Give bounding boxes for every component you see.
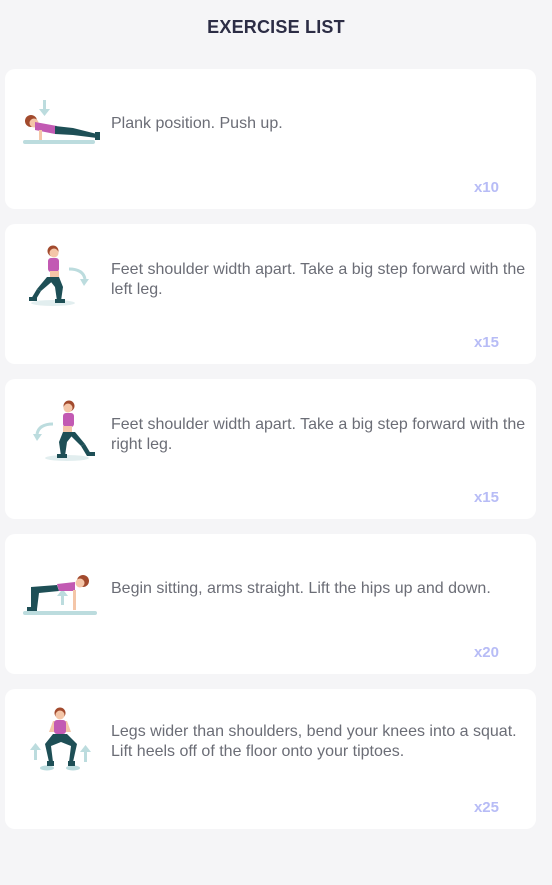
exercise-description: Legs wider than shoulders, bend your kne… [111, 723, 517, 760]
exercise-reps: x20 [473, 644, 499, 661]
push-up-figure-icon [17, 88, 105, 168]
header: EXERCISE LIST [0, 0, 552, 52]
exercise-description: Feet shoulder width apart. Take a big st… [111, 416, 526, 453]
exercise-reps: x15 [473, 334, 499, 351]
exercise-list: Plank position. Push up. x10 Feet should… [5, 69, 536, 844]
exercise-card-push-up[interactable]: Plank position. Push up. x10 [5, 69, 536, 209]
page-title: EXERCISE LIST [207, 16, 345, 37]
lunge-right-figure-icon [17, 396, 105, 476]
exercise-card-squat-tiptoe[interactable]: Legs wider than shoulders, bend your kne… [5, 689, 536, 829]
exercise-card-lunge-left[interactable]: Feet shoulder width apart. Take a big st… [5, 224, 536, 364]
exercise-card-hip-lift[interactable]: Begin sitting, arms straight. Lift the h… [5, 534, 536, 674]
exercise-description: Feet shoulder width apart. Take a big st… [111, 261, 526, 298]
exercise-card-lunge-right[interactable]: Feet shoulder width apart. Take a big st… [5, 379, 536, 519]
exercise-reps: x25 [473, 799, 499, 816]
hip-lift-figure-icon [17, 557, 105, 637]
exercise-reps: x10 [473, 179, 499, 196]
exercise-list-screen: EXERCISE LIST Plank position. Push up. x… [0, 0, 552, 885]
exercise-reps: x15 [473, 489, 499, 506]
lunge-left-figure-icon [17, 241, 105, 321]
squat-tiptoe-figure-icon [17, 704, 105, 784]
exercise-description: Begin sitting, arms straight. Lift the h… [111, 580, 491, 597]
exercise-description: Plank position. Push up. [111, 115, 283, 132]
